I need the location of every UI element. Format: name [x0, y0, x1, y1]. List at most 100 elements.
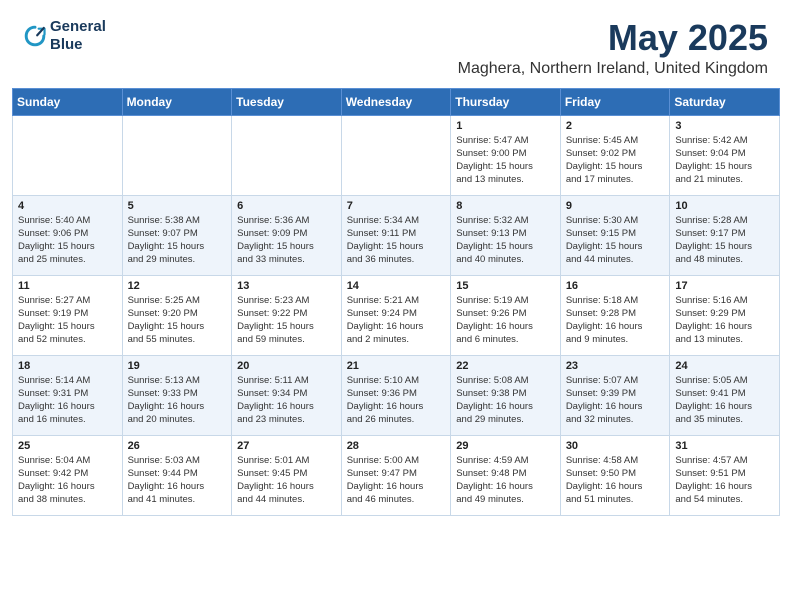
day-info: Sunrise: 5:45 AM Sunset: 9:02 PM Dayligh…	[566, 134, 665, 187]
calendar-day-cell: 13 Sunrise: 5:23 AM Sunset: 9:22 PM Dayli…	[232, 275, 342, 355]
calendar-header-row: SundayMondayTuesdayWednesdayThursdayFrid…	[13, 88, 780, 115]
page-header: General Blue May 2025 Maghera, Northern …	[0, 0, 792, 88]
weekday-header-thursday: Thursday	[451, 88, 561, 115]
calendar-day-cell	[122, 115, 232, 195]
calendar-day-cell: 20 Sunrise: 5:11 AM Sunset: 9:34 PM Dayli…	[232, 355, 342, 435]
day-info: Sunrise: 5:21 AM Sunset: 9:24 PM Dayligh…	[347, 294, 446, 347]
calendar-day-cell: 23 Sunrise: 5:07 AM Sunset: 9:39 PM Dayli…	[560, 355, 670, 435]
calendar-day-cell: 5 Sunrise: 5:38 AM Sunset: 9:07 PM Daylig…	[122, 195, 232, 275]
day-info: Sunrise: 4:59 AM Sunset: 9:48 PM Dayligh…	[456, 454, 555, 507]
day-number: 10	[675, 200, 774, 212]
day-number: 15	[456, 280, 555, 292]
day-number: 20	[237, 360, 336, 372]
weekday-header-wednesday: Wednesday	[341, 88, 451, 115]
day-number: 17	[675, 280, 774, 292]
calendar-day-cell: 27 Sunrise: 5:01 AM Sunset: 9:45 PM Dayli…	[232, 435, 342, 515]
day-info: Sunrise: 5:11 AM Sunset: 9:34 PM Dayligh…	[237, 374, 336, 427]
calendar-day-cell: 25Sunrise: 5:04 AM Sunset: 9:42 PM Dayli…	[13, 435, 123, 515]
day-info: Sunrise: 5:38 AM Sunset: 9:07 PM Dayligh…	[128, 214, 227, 267]
calendar-week-row: 18Sunrise: 5:14 AM Sunset: 9:31 PM Dayli…	[13, 355, 780, 435]
day-info: Sunrise: 5:34 AM Sunset: 9:11 PM Dayligh…	[347, 214, 446, 267]
calendar-day-cell: 3 Sunrise: 5:42 AM Sunset: 9:04 PM Daylig…	[670, 115, 780, 195]
day-info: Sunrise: 5:08 AM Sunset: 9:38 PM Dayligh…	[456, 374, 555, 427]
calendar-day-cell: 19 Sunrise: 5:13 AM Sunset: 9:33 PM Dayli…	[122, 355, 232, 435]
calendar-day-cell: 17 Sunrise: 5:16 AM Sunset: 9:29 PM Dayli…	[670, 275, 780, 355]
day-info: Sunrise: 5:18 AM Sunset: 9:28 PM Dayligh…	[566, 294, 665, 347]
calendar-container: SundayMondayTuesdayWednesdayThursdayFrid…	[0, 88, 792, 528]
day-info: Sunrise: 5:23 AM Sunset: 9:22 PM Dayligh…	[237, 294, 336, 347]
day-info: Sunrise: 5:30 AM Sunset: 9:15 PM Dayligh…	[566, 214, 665, 267]
logo: General Blue	[24, 18, 106, 54]
day-info: Sunrise: 5:03 AM Sunset: 9:44 PM Dayligh…	[128, 454, 227, 507]
day-number: 24	[675, 360, 774, 372]
weekday-header-tuesday: Tuesday	[232, 88, 342, 115]
day-number: 31	[675, 440, 774, 452]
calendar-day-cell: 22Sunrise: 5:08 AM Sunset: 9:38 PM Dayli…	[451, 355, 561, 435]
calendar-day-cell	[232, 115, 342, 195]
day-number: 19	[128, 360, 227, 372]
calendar-day-cell: 2 Sunrise: 5:45 AM Sunset: 9:02 PM Daylig…	[560, 115, 670, 195]
day-info: Sunrise: 5:10 AM Sunset: 9:36 PM Dayligh…	[347, 374, 446, 427]
day-number: 8	[456, 200, 555, 212]
day-info: Sunrise: 5:07 AM Sunset: 9:39 PM Dayligh…	[566, 374, 665, 427]
calendar-day-cell: 1 Sunrise: 5:47 AM Sunset: 9:00 PM Daylig…	[451, 115, 561, 195]
day-number: 2	[566, 120, 665, 132]
day-number: 27	[237, 440, 336, 452]
calendar-day-cell: 10Sunrise: 5:28 AM Sunset: 9:17 PM Dayli…	[670, 195, 780, 275]
day-info: Sunrise: 4:58 AM Sunset: 9:50 PM Dayligh…	[566, 454, 665, 507]
logo-text: General Blue	[50, 18, 106, 54]
logo-icon	[24, 25, 46, 47]
calendar-day-cell: 12 Sunrise: 5:25 AM Sunset: 9:20 PM Dayli…	[122, 275, 232, 355]
month-title: May 2025	[458, 18, 768, 58]
day-number: 6	[237, 200, 336, 212]
weekday-header-saturday: Saturday	[670, 88, 780, 115]
weekday-header-sunday: Sunday	[13, 88, 123, 115]
calendar-week-row: 1 Sunrise: 5:47 AM Sunset: 9:00 PM Daylig…	[13, 115, 780, 195]
day-number: 1	[456, 120, 555, 132]
day-number: 3	[675, 120, 774, 132]
day-number: 16	[566, 280, 665, 292]
day-info: Sunrise: 5:16 AM Sunset: 9:29 PM Dayligh…	[675, 294, 774, 347]
day-info: Sunrise: 5:42 AM Sunset: 9:04 PM Dayligh…	[675, 134, 774, 187]
day-number: 13	[237, 280, 336, 292]
day-info: Sunrise: 5:40 AM Sunset: 9:06 PM Dayligh…	[18, 214, 117, 267]
day-info: Sunrise: 5:13 AM Sunset: 9:33 PM Dayligh…	[128, 374, 227, 427]
day-info: Sunrise: 5:01 AM Sunset: 9:45 PM Dayligh…	[237, 454, 336, 507]
day-info: Sunrise: 5:25 AM Sunset: 9:20 PM Dayligh…	[128, 294, 227, 347]
day-number: 9	[566, 200, 665, 212]
calendar-day-cell: 14 Sunrise: 5:21 AM Sunset: 9:24 PM Dayli…	[341, 275, 451, 355]
day-number: 5	[128, 200, 227, 212]
calendar-day-cell	[341, 115, 451, 195]
calendar-day-cell: 8 Sunrise: 5:32 AM Sunset: 9:13 PM Daylig…	[451, 195, 561, 275]
day-number: 28	[347, 440, 446, 452]
day-number: 30	[566, 440, 665, 452]
calendar-day-cell: 15Sunrise: 5:19 AM Sunset: 9:26 PM Dayli…	[451, 275, 561, 355]
calendar-day-cell: 29Sunrise: 4:59 AM Sunset: 9:48 PM Dayli…	[451, 435, 561, 515]
day-number: 18	[18, 360, 117, 372]
calendar-day-cell	[13, 115, 123, 195]
day-info: Sunrise: 5:36 AM Sunset: 9:09 PM Dayligh…	[237, 214, 336, 267]
day-number: 12	[128, 280, 227, 292]
weekday-header-friday: Friday	[560, 88, 670, 115]
day-number: 25	[18, 440, 117, 452]
day-number: 4	[18, 200, 117, 212]
calendar-day-cell: 18Sunrise: 5:14 AM Sunset: 9:31 PM Dayli…	[13, 355, 123, 435]
day-number: 23	[566, 360, 665, 372]
calendar-week-row: 4 Sunrise: 5:40 AM Sunset: 9:06 PM Daylig…	[13, 195, 780, 275]
calendar-day-cell: 4 Sunrise: 5:40 AM Sunset: 9:06 PM Daylig…	[13, 195, 123, 275]
day-info: Sunrise: 5:32 AM Sunset: 9:13 PM Dayligh…	[456, 214, 555, 267]
day-number: 11	[18, 280, 117, 292]
calendar-week-row: 11 Sunrise: 5:27 AM Sunset: 9:19 PM Dayli…	[13, 275, 780, 355]
day-info: Sunrise: 5:27 AM Sunset: 9:19 PM Dayligh…	[18, 294, 117, 347]
weekday-header-monday: Monday	[122, 88, 232, 115]
logo-line1: General	[50, 18, 106, 36]
calendar-day-cell: 28Sunrise: 5:00 AM Sunset: 9:47 PM Dayli…	[341, 435, 451, 515]
calendar-day-cell: 31Sunrise: 4:57 AM Sunset: 9:51 PM Dayli…	[670, 435, 780, 515]
day-number: 26	[128, 440, 227, 452]
day-number: 14	[347, 280, 446, 292]
day-info: Sunrise: 5:47 AM Sunset: 9:00 PM Dayligh…	[456, 134, 555, 187]
day-number: 7	[347, 200, 446, 212]
calendar-day-cell: 11 Sunrise: 5:27 AM Sunset: 9:19 PM Dayli…	[13, 275, 123, 355]
calendar-day-cell: 6 Sunrise: 5:36 AM Sunset: 9:09 PM Daylig…	[232, 195, 342, 275]
calendar-day-cell: 30 Sunrise: 4:58 AM Sunset: 9:50 PM Dayli…	[560, 435, 670, 515]
